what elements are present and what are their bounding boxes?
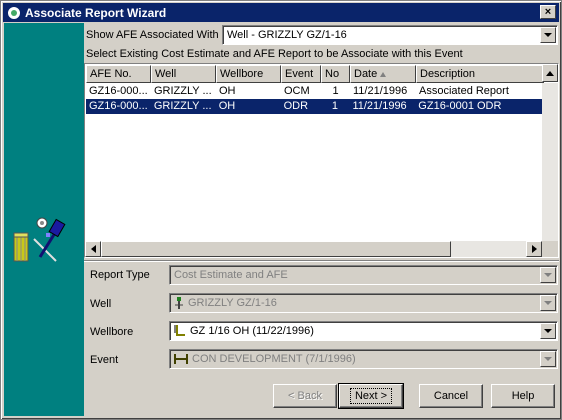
report-type-label: Report Type (90, 269, 150, 281)
horizontal-scroll-thumb[interactable] (101, 241, 451, 257)
chevron-up-icon (546, 70, 554, 76)
column-header-description[interactable]: Description (416, 65, 544, 83)
sort-ascending-icon (380, 71, 387, 77)
afe-filter-dropdown-button[interactable] (540, 27, 556, 43)
well-icon (175, 297, 183, 309)
cell-well: GRIZZLY ... (153, 100, 212, 112)
separator (84, 260, 559, 262)
cell-date: 11/21/1996 (352, 100, 407, 112)
close-button[interactable]: × (540, 5, 556, 19)
back-button[interactable]: < Back (273, 384, 337, 408)
cell-description: GZ16-0001 ODR (418, 100, 502, 112)
afe-filter-select[interactable]: Well - GRIZZLY GZ/1-16 (222, 25, 558, 45)
well-dropdown-button[interactable] (540, 295, 556, 311)
chevron-down-icon (544, 357, 552, 361)
filter-label: Show AFE Associated With (86, 29, 219, 41)
afe-report-grid[interactable]: AFE No. Well Wellbore Event No Date Desc… (84, 63, 559, 258)
wellbore-dropdown-button[interactable] (540, 323, 556, 339)
well-select[interactable]: GRIZZLY GZ/1-16 (169, 293, 558, 313)
chevron-right-icon (531, 245, 537, 253)
instruction-text: Select Existing Cost Estimate and AFE Re… (86, 48, 463, 60)
afe-filter-value: Well - GRIZZLY GZ/1-16 (227, 29, 347, 41)
associate-report-wizard-window: Associate Report Wizard × Show AFE Assoc… (0, 0, 562, 420)
column-header-no[interactable]: No (321, 65, 350, 83)
report-type-value: Cost Estimate and AFE (174, 269, 288, 281)
event-value-wrap: CON DEVELOPMENT (7/1/1996) (170, 353, 540, 365)
cell-no: 1 (332, 85, 339, 97)
cell-date: 11/21/1996 (353, 85, 408, 97)
cancel-button[interactable]: Cancel (419, 384, 483, 408)
column-header-well[interactable]: Well (151, 65, 216, 83)
cell-afe-no: GZ16-000... (89, 100, 148, 112)
wizard-side-panel (4, 23, 84, 416)
help-button[interactable]: Help (491, 384, 555, 408)
column-header-afe-no[interactable]: AFE No. (86, 65, 151, 83)
column-header-date-label: Date (354, 68, 378, 80)
cell-wellbore: OH (218, 100, 236, 112)
well-value: GRIZZLY GZ/1-16 (188, 297, 277, 309)
cell-wellbore: OH (219, 85, 236, 97)
event-icon (174, 354, 188, 364)
chevron-down-icon (544, 329, 552, 333)
table-row[interactable]: GZ16-000... GRIZZLY ... OH OCM 1 11/21/1… (86, 84, 544, 99)
well-value-wrap: GRIZZLY GZ/1-16 (170, 297, 540, 309)
grid-vertical-scrollbar[interactable] (542, 64, 558, 257)
cell-afe-no: GZ16-000... (89, 85, 148, 97)
title-bar[interactable]: Associate Report Wizard × (3, 3, 559, 22)
scroll-left-button[interactable] (85, 241, 101, 257)
column-header-date[interactable]: Date (350, 65, 416, 83)
wellbore-select[interactable]: GZ 1/16 OH (11/22/1996) (169, 321, 558, 341)
app-icon (7, 5, 21, 20)
cell-well: GRIZZLY ... (154, 85, 212, 97)
event-select[interactable]: CON DEVELOPMENT (7/1/1996) (169, 349, 558, 369)
next-button[interactable]: Next > (338, 383, 404, 409)
column-header-wellbore[interactable]: Wellbore (216, 65, 281, 83)
cell-no: 1 (331, 100, 339, 112)
chevron-left-icon (90, 245, 96, 253)
well-label: Well (90, 298, 112, 310)
window-title: Associate Report Wizard (25, 5, 167, 20)
wellbore-value-wrap: GZ 1/16 OH (11/22/1996) (170, 325, 540, 337)
grid-horizontal-scrollbar[interactable] (85, 241, 542, 257)
event-label: Event (90, 354, 119, 366)
column-header-event[interactable]: Event (281, 65, 321, 83)
wizard-illustration-icon (13, 217, 66, 262)
event-dropdown-button[interactable] (540, 351, 556, 367)
wellbore-label: Wellbore (90, 326, 134, 338)
next-button-label: Next > (349, 388, 393, 404)
cell-event: OCM (284, 85, 310, 97)
chevron-down-icon (544, 273, 552, 277)
chevron-down-icon (544, 33, 552, 37)
scroll-right-button[interactable] (526, 241, 542, 257)
wellbore-icon (174, 325, 185, 336)
cell-description: Associated Report (419, 85, 509, 97)
grid-header: AFE No. Well Wellbore Event No Date Desc… (86, 65, 544, 83)
report-type-select[interactable]: Cost Estimate and AFE (169, 265, 558, 285)
report-type-dropdown-button[interactable] (540, 267, 556, 283)
table-row-selected[interactable]: GZ16-000... GRIZZLY ... OH ODR 1 11/21/1… (86, 99, 543, 114)
cell-event: ODR (283, 100, 309, 112)
chevron-down-icon (544, 301, 552, 305)
event-value: CON DEVELOPMENT (7/1/1996) (192, 353, 356, 365)
wellbore-value: GZ 1/16 OH (11/22/1996) (190, 325, 314, 337)
scrollbar-corner (542, 241, 558, 257)
scroll-up-button[interactable] (542, 64, 558, 82)
